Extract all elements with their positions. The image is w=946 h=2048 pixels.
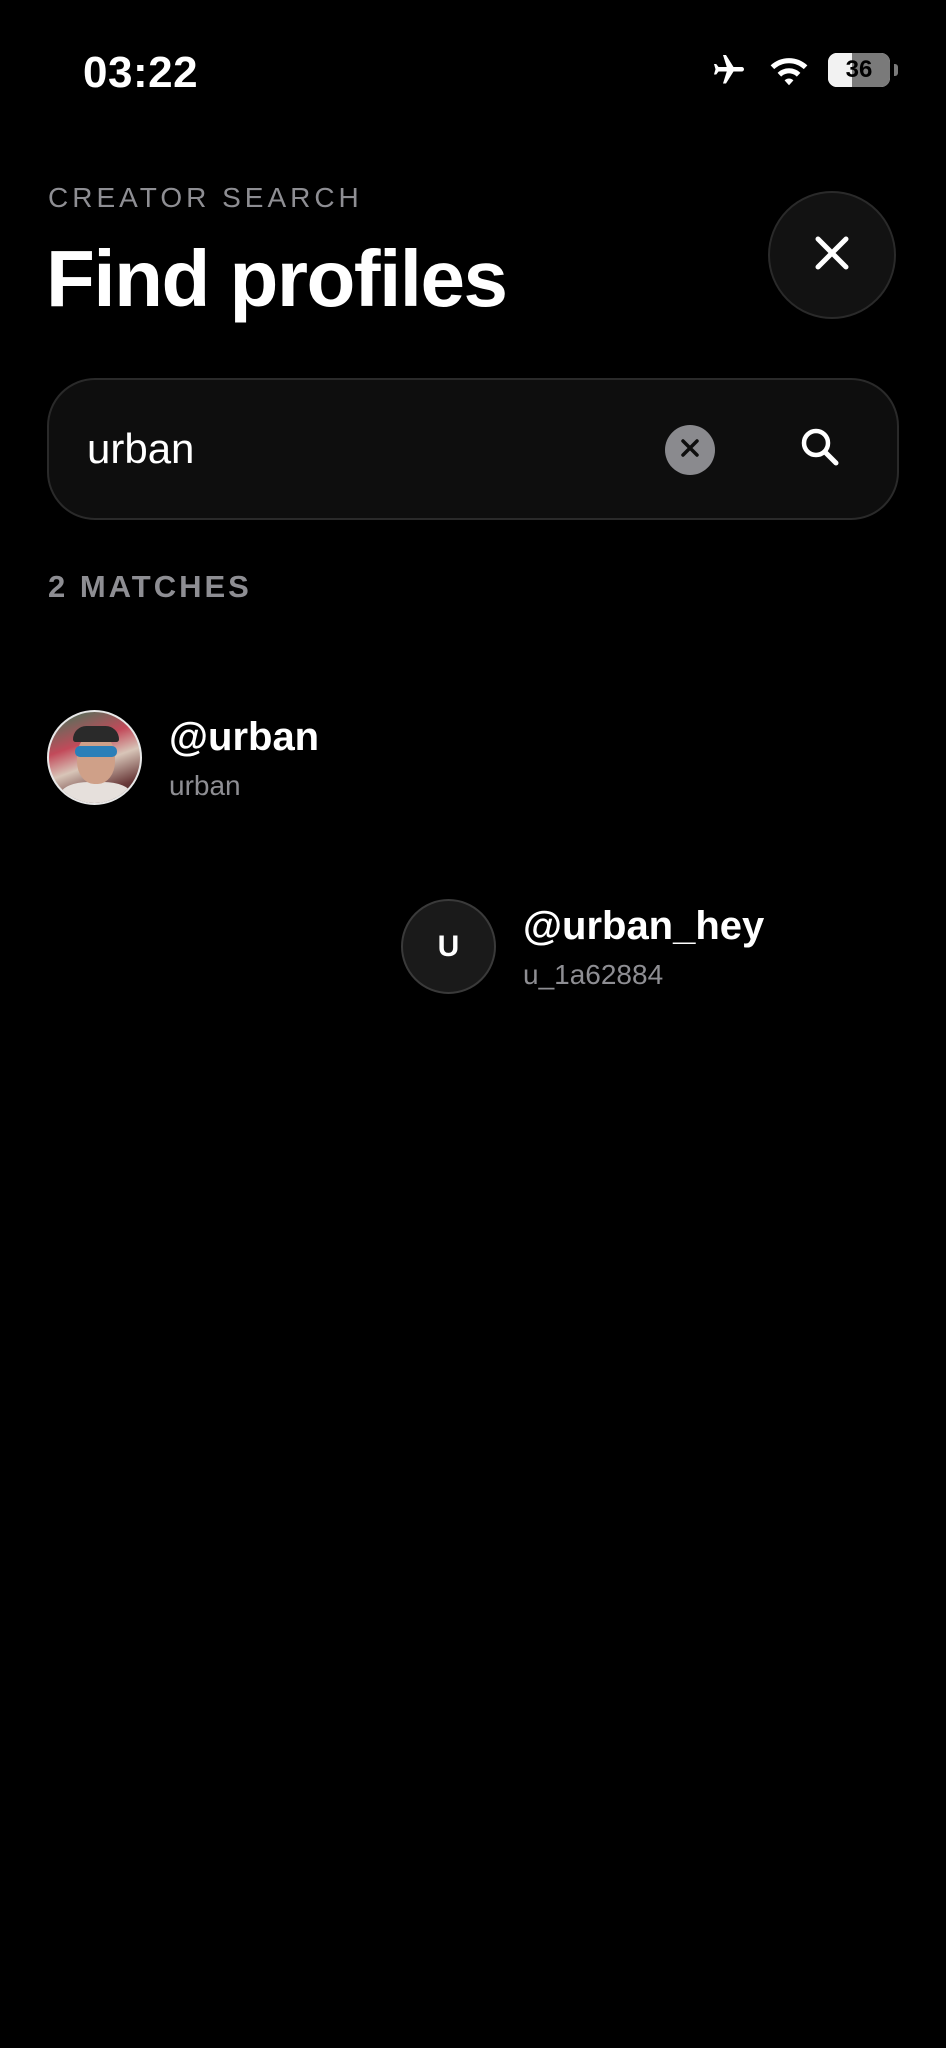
- close-icon: [812, 233, 852, 278]
- search-button[interactable]: [789, 418, 851, 480]
- list-item[interactable]: @urban urban: [47, 710, 319, 805]
- result-count: 2 MATCHES: [48, 569, 252, 604]
- battery-nub: [894, 64, 898, 76]
- search-box: [47, 378, 899, 520]
- result-handle: @urban: [169, 714, 320, 759]
- close-button[interactable]: [768, 191, 896, 319]
- clear-icon: [678, 436, 702, 465]
- avatar: U: [401, 899, 496, 994]
- status-icons: 36: [708, 52, 898, 88]
- avatar: [47, 710, 142, 805]
- result-subtitle: u_1a62884: [523, 958, 664, 990]
- search-input[interactable]: [87, 380, 647, 518]
- status-time: 03:22: [83, 48, 199, 97]
- result-handle: @urban_hey: [523, 903, 765, 948]
- battery-icon: 36: [828, 53, 890, 87]
- airplane-icon: [708, 52, 750, 88]
- result-text: @urban urban: [169, 713, 319, 803]
- battery-level: 36: [845, 56, 873, 83]
- result-text: @urban_hey u_1a62884: [523, 902, 764, 992]
- section-eyebrow: CREATOR SEARCH: [48, 182, 363, 213]
- wifi-icon: [768, 53, 810, 87]
- search-icon: [798, 425, 842, 474]
- list-item[interactable]: U @urban_hey u_1a62884: [401, 899, 764, 994]
- clear-search-button[interactable]: [665, 425, 715, 475]
- page-title: Find profiles: [46, 234, 508, 323]
- result-subtitle: urban: [169, 769, 241, 801]
- status-bar: 03:22 36: [0, 0, 946, 150]
